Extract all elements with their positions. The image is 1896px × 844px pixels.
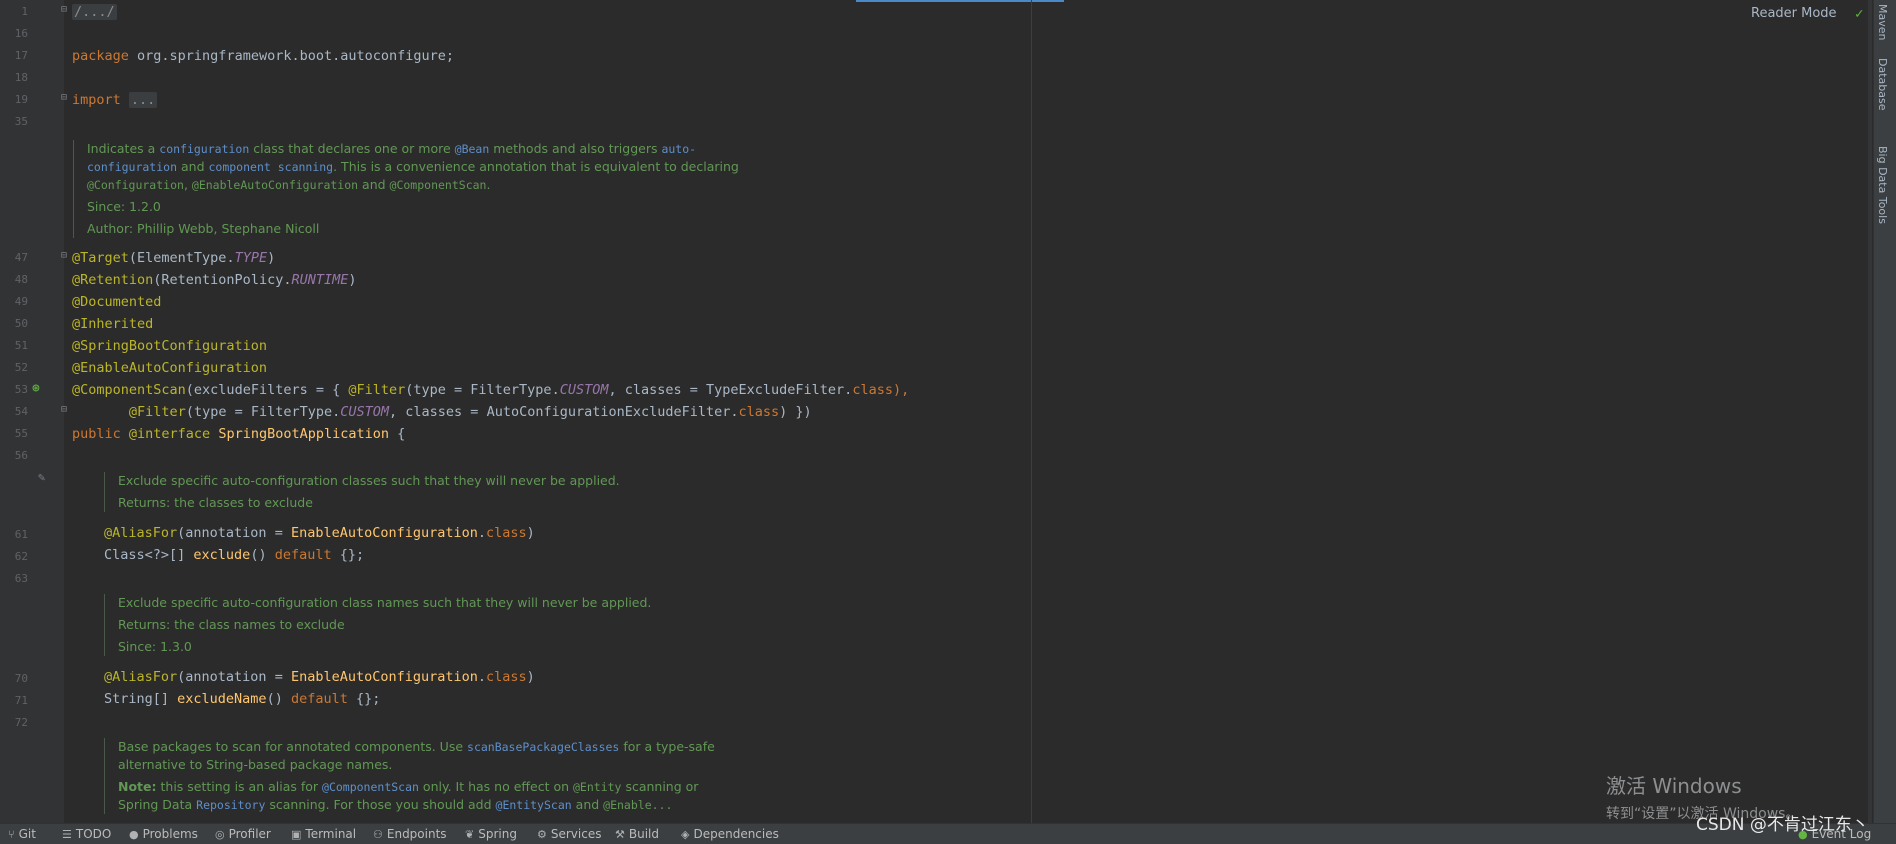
csdn-watermark: CSDN @不肯过江东丶 [1696,815,1869,835]
code-line[interactable]: @SpringBootConfiguration [72,335,267,357]
keyword: import [72,92,121,108]
right-margin-guide [1031,0,1032,823]
tool-window-spring[interactable]: ❦ Spring [465,827,517,841]
tool-window-database[interactable]: Database [1876,58,1889,111]
doc-link[interactable]: @EntityScan [496,798,572,812]
code-text: org.springframework.boot.autoconfigure; [128,48,455,64]
line-number: 48 [14,273,28,286]
line-number: 17 [14,49,28,62]
fold-icon[interactable]: ⊟ [61,92,67,103]
doc-author: Author: Phillip Webb, Stephane Nicoll [87,221,320,236]
tool-window-services[interactable]: ⚙ Services [537,827,601,841]
doc-link[interactable]: @Bean [455,142,490,156]
tool-window-dependencies[interactable]: ◈ Dependencies [681,827,779,841]
line-number: 19 [14,93,28,106]
keyword: package [72,48,129,64]
doc-comment-exclude-name: Exclude specific auto-configuration clas… [104,594,818,656]
right-tool-strip: Maven Database Big Data Tools [1873,0,1896,823]
tool-window-problems[interactable]: ● Problems [129,827,198,841]
code-line[interactable]: package org.springframework.boot.autocon… [72,45,454,67]
line-number: 50 [14,317,28,330]
line-number: 49 [14,295,28,308]
doc-link[interactable]: component scanning [208,160,333,174]
spring-icon: ❦ [465,828,475,841]
fold-icon[interactable]: ⊟ [61,250,67,261]
tool-window-build[interactable]: ⚒ Build [615,827,659,841]
tool-window-terminal[interactable]: ▣ Terminal [291,827,356,841]
line-number: 71 [14,694,28,707]
line-number: 61 [14,528,28,541]
line-number: 18 [14,71,28,84]
code-line[interactable]: @Inherited [72,313,153,335]
code-line[interactable]: @ComponentScan(excludeFilters = { @Filte… [72,379,909,401]
editor-scrollbar[interactable] [1868,0,1872,823]
code-line[interactable]: @AliasFor(annotation = EnableAutoConfigu… [104,522,535,544]
code-line[interactable]: @Retention(RetentionPolicy.RUNTIME) [72,269,357,291]
doc-link[interactable]: scanBasePackageClasses [467,740,619,754]
line-number: 52 [14,361,28,374]
code-line[interactable]: Class<?>[] exclude() default {}; [104,544,364,566]
line-number: 56 [14,449,28,462]
doc-link[interactable]: configuration [87,160,177,174]
doc-link[interactable]: Repository [196,798,265,812]
editor-gutter: 1 16 17 18 19 35 47 48 49 50 51 52 53 54… [0,0,67,823]
hammer-icon: ⚒ [615,828,625,841]
line-number: 53 [14,383,28,396]
pencil-icon[interactable]: ✎ [38,470,45,484]
line-number: 54 [14,405,28,418]
doc-comment-class: Indicates a configuration class that dec… [73,140,787,238]
problems-icon: ● [129,828,139,841]
tool-window-git[interactable]: ⑂ Git [8,827,36,841]
folded-region[interactable]: /.../ [72,4,117,20]
code-line[interactable]: String[] excludeName() default {}; [104,688,380,710]
line-number: 63 [14,572,28,585]
code-line[interactable]: @Target(ElementType.TYPE) [72,247,275,269]
profiler-icon: ◎ [215,828,225,841]
active-tab-indicator [856,0,1064,2]
dependencies-icon: ◈ [681,828,690,841]
fold-icon[interactable]: ⊟ [61,404,67,415]
line-number: 51 [14,339,28,352]
doc-comment-scan-base-packages: Base packages to scan for annotated comp… [104,738,818,814]
doc-comment-exclude: Exclude specific auto-configuration clas… [104,472,818,512]
status-bar: ⑂ Git ☰ TODO ● Problems ◎ Profiler ▣ Terminal… [0,823,1896,844]
git-icon: ⑂ [8,828,15,841]
doc-since: Since: 1.2.0 [87,199,161,214]
tool-window-maven[interactable]: Maven [1876,4,1889,40]
fold-icon[interactable]: ⊟ [61,4,67,15]
tool-window-endpoints[interactable]: ⚇ Endpoints [373,827,447,841]
doc-link[interactable]: configuration [159,142,249,156]
folded-region[interactable]: ... [128,92,158,108]
doc-link[interactable]: auto- [661,142,696,156]
terminal-icon: ▣ [291,828,302,841]
reader-mode-toggle[interactable]: Reader Mode [1751,6,1837,21]
code-line[interactable]: @EnableAutoConfiguration [72,357,267,379]
endpoints-icon: ⚇ [373,828,383,841]
line-number: 62 [14,550,28,563]
line-number: 16 [14,27,28,40]
code-line[interactable]: import ... [72,89,158,111]
checkmark-icon[interactable]: ✓ [1855,6,1863,22]
code-line[interactable]: @AliasFor(annotation = EnableAutoConfigu… [104,666,535,688]
line-number: 70 [14,672,28,685]
tool-window-big-data-tools[interactable]: Big Data Tools [1876,146,1889,224]
line-number: 35 [14,115,28,128]
line-number: 72 [14,716,28,729]
doc-link[interactable]: @ComponentScan [322,780,419,794]
code-line[interactable]: public @interface SpringBootApplication … [72,423,405,445]
line-number: 47 [14,251,28,264]
tool-window-todo[interactable]: ☰ TODO [62,827,111,841]
code-line[interactable]: @Filter(type = FilterType.CUSTOM, classe… [72,401,812,423]
code-line[interactable]: /.../ [72,1,117,23]
services-icon: ⚙ [537,828,547,841]
line-number: 55 [14,427,28,440]
tool-window-profiler[interactable]: ◎ Profiler [215,827,271,841]
code-line[interactable]: @Documented [72,291,161,313]
line-number: 1 [21,5,28,18]
todo-icon: ☰ [62,828,72,841]
spring-bean-icon[interactable]: ⊛ [32,381,40,396]
